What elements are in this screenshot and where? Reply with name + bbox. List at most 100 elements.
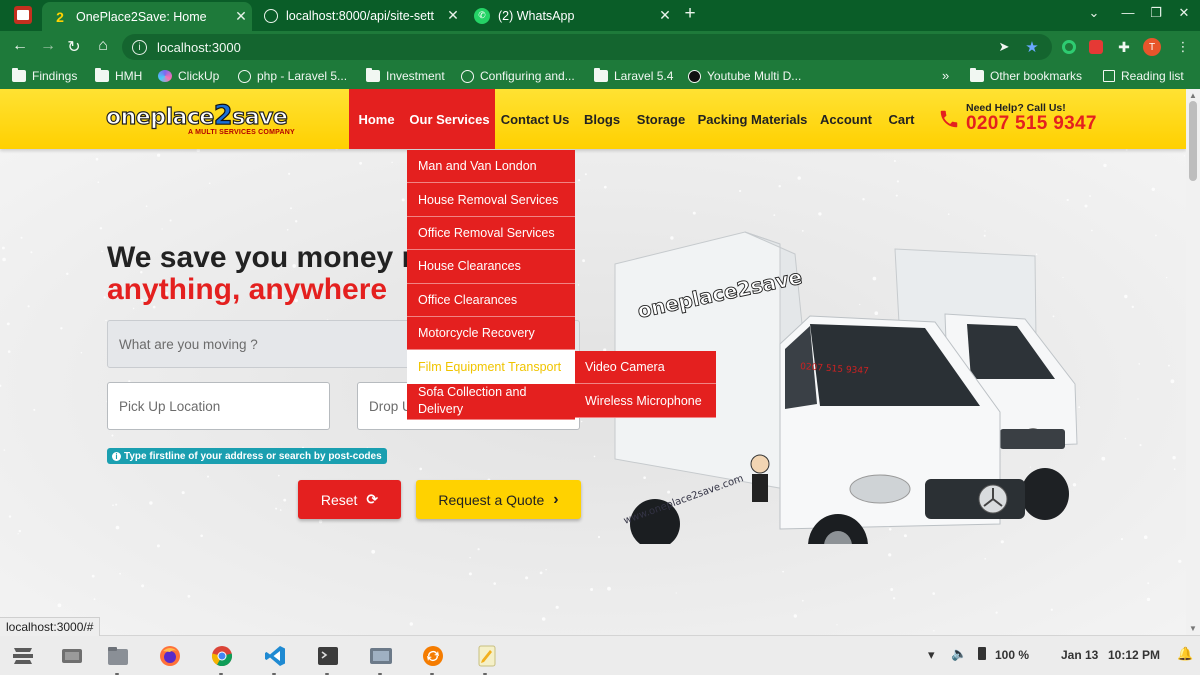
bookmark-hmh[interactable]: HMH	[95, 68, 142, 83]
workspaces-icon[interactable]	[60, 645, 84, 667]
snow-speck	[773, 214, 776, 216]
address-bar[interactable]: i localhost:3000	[122, 34, 1052, 60]
tab-search-chevron-icon[interactable]: ⌄	[1084, 5, 1104, 21]
terminal-icon[interactable]	[316, 645, 340, 667]
nav-blogs[interactable]: Blogs	[580, 89, 624, 149]
site-logo[interactable]: oneplace2save A MULTI SERVICES COMPANY	[105, 101, 296, 141]
new-tab-button[interactable]: +	[680, 3, 700, 25]
service-motorcycle-recovery[interactable]: Motorcycle Recovery	[407, 316, 575, 351]
snow-speck	[57, 603, 62, 608]
nav-contact-us[interactable]: Contact Us	[500, 89, 570, 149]
chrome-icon[interactable]	[210, 645, 234, 667]
os-taskbar: ▾ 🔈 100 % Jan 13 10:12 PM 🔔	[0, 635, 1200, 675]
submenu-wireless-microphone[interactable]: Wireless Microphone	[575, 384, 716, 418]
snow-speck	[93, 598, 96, 601]
home-icon[interactable]: ⌂	[93, 37, 113, 55]
tab-api-site-settings[interactable]: localhost:8000/api/site-sett ✕	[254, 0, 464, 31]
bookmark-star-icon[interactable]: ★	[1024, 39, 1040, 56]
zorin-menu-icon[interactable]	[11, 645, 35, 667]
screenshot-icon[interactable]	[369, 645, 393, 667]
volume-icon[interactable]: 🔈	[951, 646, 967, 662]
service-house-clearances[interactable]: House Clearances	[407, 250, 575, 284]
snow-speck	[603, 185, 607, 189]
close-window-icon[interactable]: ✕	[1174, 5, 1194, 21]
snow-speck	[27, 305, 30, 308]
nav-storage[interactable]: Storage	[634, 89, 688, 149]
bookmark-youtube-multi[interactable]: Youtube Multi D...	[688, 69, 801, 83]
snow-speck	[1173, 468, 1176, 471]
service-house-removal[interactable]: House Removal Services	[407, 183, 575, 217]
clock-date[interactable]: Jan 13	[1061, 648, 1098, 662]
snow-speck	[555, 605, 559, 609]
app-launcher-icon[interactable]	[14, 6, 32, 24]
scrollbar-thumb[interactable]	[1189, 101, 1197, 181]
firefox-icon[interactable]	[158, 645, 182, 667]
bookmark-configuring[interactable]: Configuring and...	[461, 69, 575, 83]
snow-speck	[288, 172, 291, 175]
files-icon[interactable]	[106, 645, 130, 667]
service-film-equipment-transport[interactable]: Film Equipment Transport	[407, 350, 575, 384]
browser-tab-strip: 2 OnePlace2Save: Home ✕ localhost:8000/a…	[0, 0, 1200, 31]
send-to-devices-icon[interactable]: ➤	[996, 39, 1012, 55]
request-quote-button[interactable]: Request a Quote ›	[416, 480, 581, 519]
notes-icon[interactable]	[475, 645, 499, 667]
service-man-and-van[interactable]: Man and Van London	[407, 150, 575, 184]
nav-cart[interactable]: Cart	[884, 89, 919, 149]
help-phone-number[interactable]: 0207 515 9347	[966, 114, 1097, 134]
wifi-icon[interactable]: ▾	[928, 647, 935, 663]
page-scrollbar[interactable]: ▲ ▼	[1186, 89, 1200, 635]
reload-icon[interactable]: ↻	[64, 37, 84, 57]
battery-icon[interactable]	[978, 647, 986, 663]
help-text: Need Help? Call Us! 0207 515 9347	[966, 103, 1097, 134]
snow-speck	[290, 207, 292, 210]
other-bookmarks[interactable]: Other bookmarks	[970, 68, 1082, 83]
close-tab-icon[interactable]: ✕	[654, 7, 676, 24]
snow-speck	[279, 509, 282, 511]
bookmark-clickup[interactable]: ClickUp	[158, 69, 219, 83]
sync-app-icon[interactable]	[421, 645, 445, 667]
restore-icon[interactable]: ❐	[1146, 5, 1166, 21]
service-sofa-collection[interactable]: Sofa Collection and Delivery	[407, 383, 575, 420]
bookmark-php-laravel[interactable]: php - Laravel 5...	[238, 69, 347, 83]
snow-speck	[1137, 398, 1139, 400]
extension-red-icon[interactable]	[1088, 39, 1104, 55]
extensions-puzzle-icon[interactable]: ✚	[1116, 39, 1132, 55]
tab-whatsapp[interactable]: ✆ (2) WhatsApp ✕	[464, 0, 676, 31]
scroll-down-icon[interactable]: ▼	[1189, 624, 1197, 633]
scroll-up-icon[interactable]: ▲	[1189, 91, 1197, 100]
tab-oneplace2save[interactable]: 2 OnePlace2Save: Home ✕	[42, 2, 252, 31]
snow-speck	[739, 189, 742, 193]
reset-button[interactable]: Reset ⟳	[298, 480, 401, 519]
pickup-location-input[interactable]: Pick Up Location	[107, 382, 330, 430]
bookmark-investment[interactable]: Investment	[366, 68, 445, 83]
help-phone[interactable]: Need Help? Call Us! 0207 515 9347	[938, 103, 1097, 134]
folder-icon	[12, 68, 26, 82]
browser-menu-icon[interactable]: ⋮	[1175, 39, 1191, 55]
minimize-icon[interactable]: —	[1118, 5, 1138, 20]
back-arrow-icon[interactable]: ←	[10, 37, 30, 55]
snow-speck	[818, 212, 822, 216]
close-tab-icon[interactable]: ✕	[442, 7, 464, 24]
clock-time[interactable]: 10:12 PM	[1108, 648, 1160, 662]
close-tab-icon[interactable]: ✕	[230, 8, 252, 25]
nav-packing-materials[interactable]: Packing Materials	[697, 89, 808, 149]
battery-percentage: 100 %	[995, 648, 1030, 662]
nav-our-services[interactable]: Our Services	[404, 89, 495, 149]
bookmark-laravel-5-4[interactable]: Laravel 5.4	[594, 68, 673, 83]
notification-bell-icon[interactable]: 🔔	[1177, 646, 1193, 662]
nav-account[interactable]: Account	[818, 89, 874, 149]
reading-list[interactable]: Reading list	[1103, 69, 1184, 83]
bookmark-findings[interactable]: Findings	[12, 68, 77, 83]
service-office-clearances[interactable]: Office Clearances	[407, 283, 575, 317]
snow-speck	[66, 272, 69, 275]
submenu-video-camera[interactable]: Video Camera	[575, 351, 716, 385]
extension-green-icon[interactable]	[1061, 39, 1077, 55]
snow-speck	[593, 455, 596, 458]
site-info-icon[interactable]: i	[132, 39, 147, 55]
forward-arrow-icon[interactable]: →	[38, 37, 58, 55]
bookmarks-overflow-button[interactable]: »	[942, 68, 949, 83]
vscode-icon[interactable]	[263, 645, 287, 667]
nav-home[interactable]: Home	[349, 89, 404, 149]
service-office-removal[interactable]: Office Removal Services	[407, 216, 575, 251]
profile-avatar[interactable]: T	[1143, 38, 1161, 56]
